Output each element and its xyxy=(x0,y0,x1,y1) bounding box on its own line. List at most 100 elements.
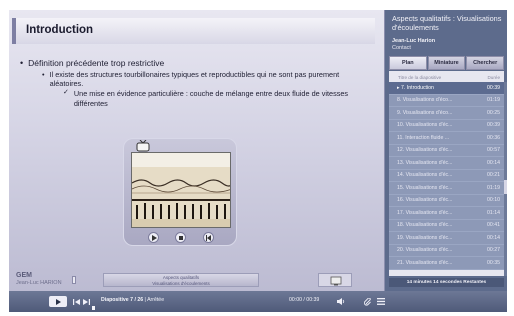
slide-list-item-duration: 00:21 xyxy=(487,172,500,179)
slide-list-item-title: 19. Visualisations d'éc... xyxy=(397,234,453,241)
slide-list-item[interactable]: 17. Visualisations d'éc... 01:14 xyxy=(389,207,504,220)
flow-visualization-image xyxy=(132,153,230,227)
slide-list-item[interactable]: 9. Visualisations d'éco... 00:25 xyxy=(389,107,504,120)
slide-list-item-duration: 00:39 xyxy=(487,84,500,91)
rewind-icon xyxy=(205,234,211,241)
monitor-icon xyxy=(330,276,342,286)
time-display: 00:00 / 00:39 xyxy=(289,297,320,303)
slide-list-item-duration: 00:57 xyxy=(487,147,500,154)
next-slide-button[interactable] xyxy=(82,296,90,307)
bullet-text: Définition précédente trop restrictive xyxy=(28,58,165,68)
slide-list-item-title: 20. Visualisations d'éc... xyxy=(397,247,453,254)
slide-list-item[interactable]: 19. Visualisations d'éc... 00:14 xyxy=(389,232,504,245)
attachments-button[interactable] xyxy=(363,296,373,307)
slide-list-item-title: 8. Visualisations d'éco... xyxy=(397,97,453,104)
slide-list-item-title: 16. Visualisations d'éc... xyxy=(397,197,453,204)
slide-list-item-duration: 00:10 xyxy=(487,197,500,204)
bullet-text: Il existe des structures tourbillonaires… xyxy=(49,70,340,89)
bullet-dot-icon: • xyxy=(20,58,24,68)
slide-list-item-duration: 00:25 xyxy=(487,109,500,116)
slide-title-bar: Introduction xyxy=(12,18,375,44)
presentation-author: Jean-Luc Harion xyxy=(392,38,436,44)
slide-list-item-duration: 00:27 xyxy=(487,247,500,254)
slide-list-item[interactable]: 7. Introduction 00:39 xyxy=(389,82,504,95)
next-icon xyxy=(82,298,90,305)
tab-miniature[interactable]: Miniature xyxy=(427,56,466,70)
slide-list-item-duration: 00:36 xyxy=(487,134,500,141)
slide-list-item-title: 12. Visualisations d'éc... xyxy=(397,147,453,154)
bullet-text: Une mise en évidence particulière : couc… xyxy=(73,89,349,108)
slide-list-item-duration: 00:41 xyxy=(487,222,500,229)
play-button[interactable] xyxy=(49,296,67,307)
volume-icon xyxy=(337,298,345,305)
slide-list-item-title: 11. Interaction fluide ... xyxy=(397,134,450,141)
checkmark-icon: ✓ xyxy=(63,89,69,97)
slide-list-item[interactable]: 12. Visualisations d'éc... 00:57 xyxy=(389,144,504,157)
slide-list-item[interactable]: 20. Visualisations d'éc... 00:27 xyxy=(389,244,504,257)
contact-link[interactable]: Contact xyxy=(392,45,411,51)
logo-subtext: Jean-Luc HARION xyxy=(16,279,62,286)
tab-chercher[interactable]: Chercher xyxy=(466,56,505,70)
slide-list-item-title: 15. Visualisations d'éc... xyxy=(397,184,453,191)
video-rewind-button[interactable] xyxy=(203,232,214,243)
slide-list-item[interactable]: 21. Visualisations d'éc... 00:35 xyxy=(389,257,504,270)
bullet-level-1: • Définition précédente trop restrictive xyxy=(20,58,360,69)
slide-list-item[interactable]: 15. Visualisations d'éc... 01:19 xyxy=(389,182,504,195)
footer-marker xyxy=(72,276,76,284)
slide-list-item[interactable]: 18. Visualisations d'éc... 00:41 xyxy=(389,219,504,232)
menu-button[interactable] xyxy=(376,296,386,307)
slide-list-item[interactable]: 10. Visualisations d'éc... 00:39 xyxy=(389,119,504,132)
slide-list-item-duration: 00:35 xyxy=(487,259,500,266)
video-play-button[interactable] xyxy=(148,232,159,243)
paperclip-icon xyxy=(364,297,371,305)
bullet-dot-icon: • xyxy=(42,70,45,80)
list-icon xyxy=(377,298,385,305)
list-scrollbar[interactable] xyxy=(504,82,507,276)
progress-indicator[interactable] xyxy=(92,306,95,310)
slide-list-item-title: 18. Visualisations d'éc... xyxy=(397,222,453,229)
footer-line-2: Visualisations d'écoulements xyxy=(152,281,210,286)
slide-list-item-duration: 00:39 xyxy=(487,122,500,129)
scrollbar-thumb[interactable] xyxy=(504,180,507,194)
playback-state: Arrêtée xyxy=(147,297,165,303)
slide-list-item-duration: 01:19 xyxy=(487,97,500,104)
remaining-time-status: 14 minutes 14 secondes Restantes xyxy=(389,278,504,287)
bullet-level-2: • Il existe des structures tourbillonair… xyxy=(42,70,360,88)
slide-list-item-title: 10. Visualisations d'éc... xyxy=(397,122,453,129)
slide-number: Diapositive 7 / 26 xyxy=(101,297,144,303)
video-frame[interactable] xyxy=(131,152,231,228)
slide-list-item[interactable]: 16. Visualisations d'éc... 00:10 xyxy=(389,194,504,207)
slide-list-item-duration: 00:14 xyxy=(487,159,500,166)
list-header-title: Titre de la diapositive xyxy=(398,74,442,80)
slide-title: Introduction xyxy=(26,24,94,36)
slide-list-item-title: 7. Introduction xyxy=(397,85,434,91)
footer-title-box: Aspects qualitatifs Visualisations d'éco… xyxy=(103,273,259,287)
slide-list-item-duration: 01:19 xyxy=(487,184,500,191)
logo-text: GEM xyxy=(16,272,32,279)
slide-list-item[interactable]: 14. Visualisations d'éc... 00:21 xyxy=(389,169,504,182)
tab-plan[interactable]: Plan xyxy=(389,56,427,70)
previous-slide-button[interactable] xyxy=(72,296,80,307)
play-icon xyxy=(56,298,61,305)
footer-screen-icon xyxy=(318,273,352,287)
volume-button[interactable] xyxy=(336,296,346,307)
slide-list-item-title: 13. Visualisations d'éc... xyxy=(397,159,453,166)
slide-list-item-title: 14. Visualisations d'éc... xyxy=(397,172,453,179)
slide-list-item-title: 9. Visualisations d'éco... xyxy=(397,109,453,116)
presentation-title: Aspects qualitatifs : Visualisations d'é… xyxy=(392,14,502,32)
previous-icon xyxy=(72,298,80,305)
slide-list-item[interactable]: 13. Visualisations d'éc... 00:14 xyxy=(389,157,504,170)
stop-icon xyxy=(178,235,183,240)
slide-list-item-duration: 00:14 xyxy=(487,234,500,241)
play-icon xyxy=(151,234,157,241)
slide-list-item-title: 17. Visualisations d'éc... xyxy=(397,209,453,216)
sidebar-tabs: Plan Miniature Chercher xyxy=(389,56,505,70)
video-stop-button[interactable] xyxy=(175,232,186,243)
slide-list-item-title: 21. Visualisations d'éc... xyxy=(397,259,453,266)
slide-list-item[interactable]: 11. Interaction fluide ... 00:36 xyxy=(389,132,504,145)
tv-icon xyxy=(136,140,150,152)
slide-list-item[interactable]: 8. Visualisations d'éco... 01:19 xyxy=(389,94,504,107)
list-header: Titre de la diapositive Durée xyxy=(389,71,504,82)
list-header-duration: Durée xyxy=(487,74,500,80)
slide-counter: Diapositive 7 / 26 | Arrêtée xyxy=(101,297,165,303)
